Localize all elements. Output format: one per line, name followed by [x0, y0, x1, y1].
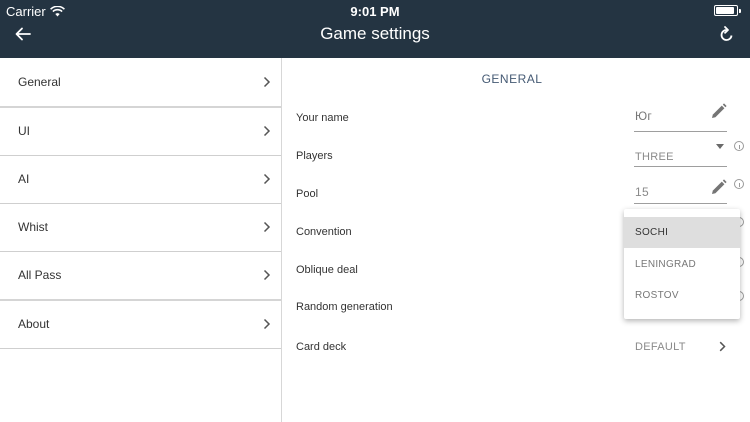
convention-dropdown-menu: SOCHI LENINGRAD ROSTOV: [624, 209, 740, 319]
sidebar-item-label: General: [18, 75, 61, 89]
players-underline: [634, 166, 727, 167]
sidebar-item-label: About: [18, 317, 50, 331]
section-title: GENERAL: [481, 72, 543, 86]
dropdown-caret-icon[interactable]: [716, 144, 724, 149]
sidebar-item-label: UI: [18, 124, 30, 138]
sidebar-item-whist[interactable]: Whist: [0, 203, 281, 251]
info-icon[interactable]: [734, 179, 744, 189]
status-time: 9:01 PM: [350, 4, 400, 19]
battery-icon: [714, 5, 741, 16]
card-deck-label: Card deck: [296, 341, 347, 353]
chevron-right-icon: [263, 76, 271, 88]
chevron-right-icon: [263, 125, 271, 137]
chevron-right-icon: [263, 318, 271, 330]
dropdown-option-rostov[interactable]: ROSTOV: [624, 280, 740, 311]
name-label: Your name: [296, 112, 349, 124]
dropdown-option-leningrad[interactable]: LENINGRAD: [624, 249, 740, 280]
sidebar-item-label: AI: [18, 172, 30, 186]
players-label: Players: [296, 150, 333, 162]
divider: [0, 348, 281, 349]
dropdown-option-sochi[interactable]: SOCHI: [624, 217, 740, 248]
chevron-right-icon[interactable]: [719, 341, 726, 352]
app-header: Carrier 9:01 PM Game settings: [0, 0, 750, 58]
name-input[interactable]: Юг: [635, 109, 652, 123]
sidebar-item-label: All Pass: [18, 268, 62, 282]
random-generation-label: Random generation: [296, 301, 393, 313]
pool-label: Pool: [296, 188, 319, 200]
convention-label: Convention: [296, 226, 352, 238]
name-underline: [634, 131, 727, 132]
chevron-right-icon: [263, 221, 271, 233]
chevron-right-icon: [263, 173, 271, 185]
oblique-deal-label: Oblique deal: [296, 264, 358, 276]
page-title: Game settings: [320, 24, 430, 43]
chevron-right-icon: [263, 269, 271, 281]
info-icon[interactable]: [734, 141, 744, 151]
players-select[interactable]: THREE: [635, 151, 674, 163]
pool-underline: [634, 203, 727, 204]
pencil-icon[interactable]: [710, 103, 727, 120]
card-deck-value[interactable]: DEFAULT: [635, 341, 686, 353]
pencil-icon[interactable]: [710, 179, 727, 196]
sidebar-item-general[interactable]: General: [0, 58, 281, 106]
battery-level: [716, 7, 734, 14]
sidebar-item-label: Whist: [18, 220, 48, 234]
sidebar-item-all-pass[interactable]: All Pass: [0, 251, 281, 299]
sidebar-item-ai[interactable]: AI: [0, 155, 281, 203]
sidebar-item-about[interactable]: About: [0, 300, 281, 348]
sidebar-item-ui[interactable]: UI: [0, 107, 281, 155]
refresh-icon[interactable]: [717, 24, 737, 44]
pool-input[interactable]: 15: [635, 185, 649, 199]
status-bar: Carrier 9:01 PM: [0, 0, 750, 22]
settings-sidebar: General UI AI Whist All Pass About: [0, 58, 282, 422]
